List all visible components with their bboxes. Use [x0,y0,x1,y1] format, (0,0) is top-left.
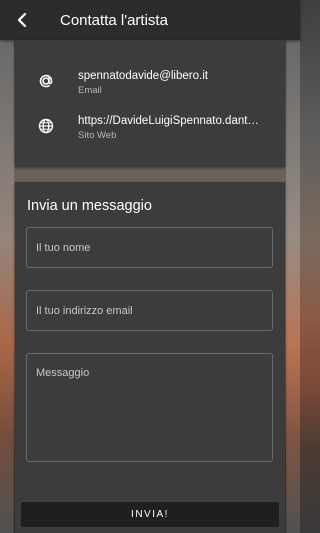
globe-icon [38,118,54,134]
contact-email-label: Email [78,85,102,96]
background-image-right [286,40,300,533]
message-form-card: Invia un messaggio [15,182,285,533]
contact-info-card: spennatodavide@libero.it Email https://D… [15,40,285,167]
contact-email-row[interactable]: spennatodavide@libero.it Email [15,68,285,104]
message-textarea[interactable] [26,353,273,462]
page-title: Contatta l'artista [60,11,168,29]
contact-email-value[interactable]: spennatodavide@libero.it [78,70,268,82]
background-image-left [0,40,14,533]
name-input[interactable] [26,227,273,268]
form-title: Invia un messaggio [27,198,152,214]
send-button[interactable]: INVIA! [21,502,279,527]
contact-website-row[interactable]: https://DavideLuigiSpennato.dant… Sito W… [15,113,285,149]
arrow-left-icon[interactable] [14,11,32,29]
contact-website-value[interactable]: https://DavideLuigiSpennato.dant… [78,115,268,127]
contact-website-label: Sito Web [78,130,117,141]
app-header: Contatta l'artista [0,0,300,40]
email-input[interactable] [26,290,273,331]
at-icon [39,74,53,88]
